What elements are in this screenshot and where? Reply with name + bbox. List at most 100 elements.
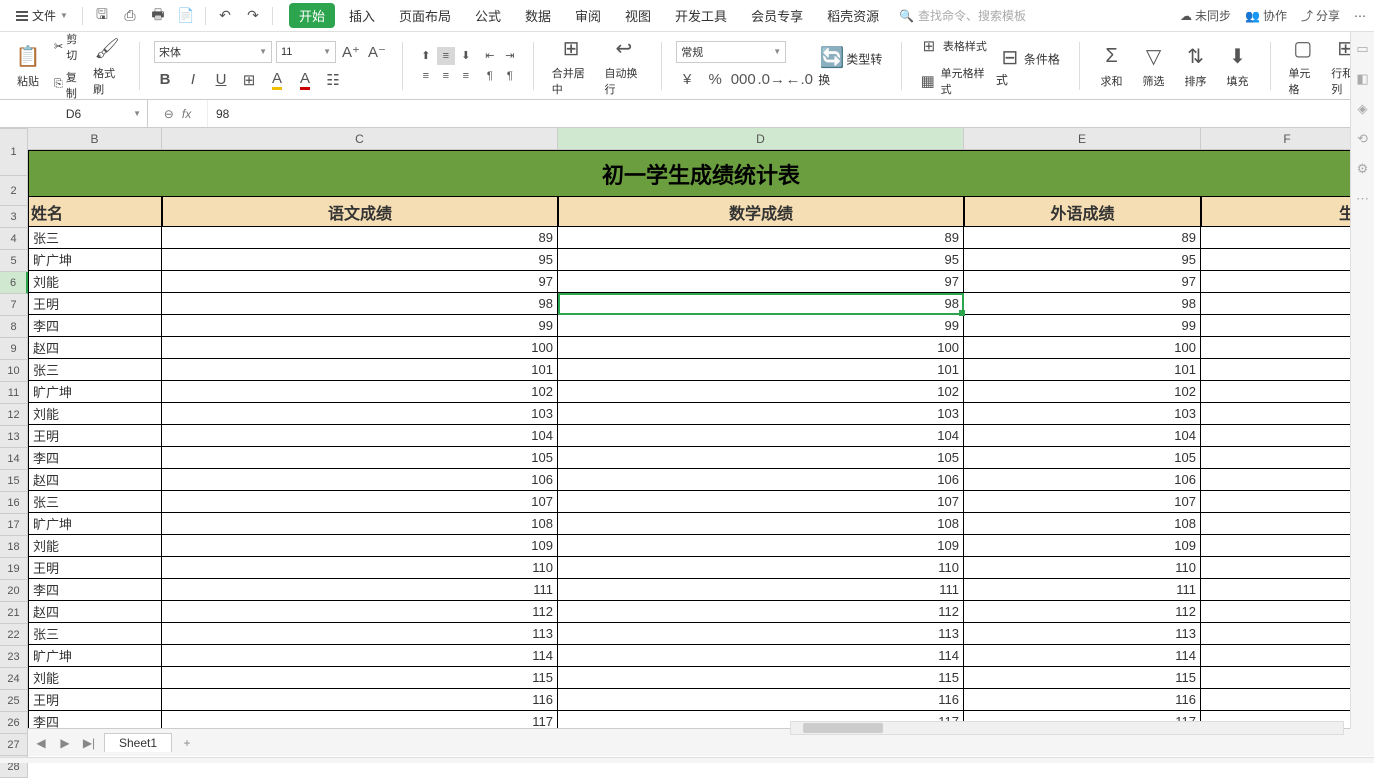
fill-button[interactable]: ⬇填充 bbox=[1220, 41, 1256, 91]
fx-icon[interactable]: fx bbox=[182, 107, 191, 121]
cell[interactable]: 100 bbox=[964, 337, 1201, 359]
cell[interactable] bbox=[1201, 403, 1374, 425]
cell[interactable]: 98 bbox=[162, 293, 558, 315]
sum-button[interactable]: Σ求和 bbox=[1094, 41, 1130, 91]
font-select[interactable]: 宋体▼ bbox=[154, 41, 272, 63]
cell[interactable]: 111 bbox=[162, 579, 558, 601]
decrease-font-icon[interactable]: A⁻ bbox=[366, 41, 388, 63]
sheet-tab-1[interactable]: Sheet1 bbox=[104, 733, 172, 752]
header-chinese[interactable]: 语文成绩 bbox=[162, 197, 558, 227]
side-select-icon[interactable]: ▭ bbox=[1354, 40, 1372, 58]
col-header-E[interactable]: E bbox=[964, 128, 1201, 150]
font-size-select[interactable]: 11▼ bbox=[276, 41, 336, 63]
cell[interactable]: 109 bbox=[558, 535, 964, 557]
cell[interactable]: 97 bbox=[558, 271, 964, 293]
cell[interactable]: 100 bbox=[162, 337, 558, 359]
row-header-1[interactable]: 1 bbox=[0, 129, 28, 176]
type-convert-button[interactable]: 🔄类型转换 bbox=[818, 43, 887, 88]
row-header-8[interactable]: 8 bbox=[0, 316, 28, 338]
row-header-16[interactable]: 16 bbox=[0, 492, 28, 514]
cell[interactable]: 107 bbox=[162, 491, 558, 513]
increase-font-icon[interactable]: A⁺ bbox=[340, 41, 362, 63]
cell[interactable]: 109 bbox=[964, 535, 1201, 557]
cell[interactable]: 99 bbox=[964, 315, 1201, 337]
cell[interactable]: 99 bbox=[558, 315, 964, 337]
row-header-9[interactable]: 9 bbox=[0, 338, 28, 360]
merge-cells-button[interactable]: ⊞合并居中 bbox=[548, 33, 595, 99]
tab-view[interactable]: 视图 bbox=[615, 3, 661, 28]
cell[interactable]: 李四 bbox=[28, 579, 162, 601]
cell[interactable]: 115 bbox=[162, 667, 558, 689]
cell[interactable]: 89 bbox=[558, 227, 964, 249]
cell[interactable]: 107 bbox=[558, 491, 964, 513]
next-sheet-icon[interactable]: ▶ bbox=[56, 734, 74, 752]
cell[interactable]: 89 bbox=[162, 227, 558, 249]
col-header-D[interactable]: D bbox=[558, 128, 964, 150]
undo-icon[interactable]: ↶ bbox=[212, 3, 238, 29]
fill-color-icon[interactable]: A bbox=[266, 69, 288, 91]
italic-icon[interactable]: I bbox=[182, 69, 204, 91]
tab-insert[interactable]: 插入 bbox=[339, 3, 385, 28]
phonetic-icon[interactable]: ☷ bbox=[322, 69, 344, 91]
row-header-11[interactable]: 11 bbox=[0, 382, 28, 404]
cell[interactable]: 112 bbox=[558, 601, 964, 623]
coop-button[interactable]: 👥协作 bbox=[1245, 7, 1287, 24]
cell[interactable]: 李四 bbox=[28, 711, 162, 728]
cell[interactable]: 107 bbox=[964, 491, 1201, 513]
copy-button[interactable]: ⎘复制 bbox=[52, 67, 83, 103]
cell[interactable]: 115 bbox=[964, 667, 1201, 689]
cell[interactable]: 李四 bbox=[28, 447, 162, 469]
side-analysis-icon[interactable]: ◈ bbox=[1354, 100, 1372, 118]
grid-body[interactable]: 初一学生成绩统计表 姓名 语文成绩 数学成绩 外语成绩 生物 张三898989旷… bbox=[28, 150, 1374, 728]
align-center-icon[interactable]: ≡ bbox=[437, 67, 455, 85]
cell[interactable]: 刘能 bbox=[28, 403, 162, 425]
cell[interactable]: 101 bbox=[558, 359, 964, 381]
row-header-27[interactable]: 27 bbox=[0, 734, 28, 756]
tab-member[interactable]: 会员专享 bbox=[741, 3, 813, 28]
cell[interactable]: 赵四 bbox=[28, 469, 162, 491]
row-header-25[interactable]: 25 bbox=[0, 690, 28, 712]
cell[interactable]: 王明 bbox=[28, 293, 162, 315]
print-icon[interactable]: 🖶 bbox=[145, 3, 171, 29]
last-sheet-icon[interactable]: ▶| bbox=[80, 734, 98, 752]
ltr-icon[interactable]: ¶ bbox=[481, 67, 499, 85]
row-header-24[interactable]: 24 bbox=[0, 668, 28, 690]
align-top-icon[interactable]: ⬆ bbox=[417, 47, 435, 65]
header-bio[interactable]: 生物 bbox=[1201, 197, 1374, 227]
cell[interactable]: 105 bbox=[558, 447, 964, 469]
cell[interactable]: 李四 bbox=[28, 315, 162, 337]
command-search[interactable]: 🔍 查找命令、搜索模板 bbox=[899, 7, 1026, 24]
cell[interactable]: 97 bbox=[162, 271, 558, 293]
save-icon[interactable]: 🖫 bbox=[89, 3, 115, 29]
row-header-22[interactable]: 22 bbox=[0, 624, 28, 646]
cell[interactable] bbox=[1201, 271, 1374, 293]
add-sheet-icon[interactable]: + bbox=[178, 734, 196, 752]
cell[interactable]: 98 bbox=[964, 293, 1201, 315]
comma-icon[interactable]: 000 bbox=[732, 69, 754, 91]
cell[interactable] bbox=[1201, 623, 1374, 645]
cut-button[interactable]: ✂剪切 bbox=[52, 29, 83, 65]
row-header-15[interactable]: 15 bbox=[0, 470, 28, 492]
row-header-21[interactable]: 21 bbox=[0, 602, 28, 624]
cell[interactable]: 108 bbox=[162, 513, 558, 535]
cell[interactable]: 113 bbox=[558, 623, 964, 645]
align-middle-icon[interactable]: ≡ bbox=[437, 47, 455, 65]
cell[interactable]: 98 bbox=[558, 293, 964, 315]
cell[interactable] bbox=[1201, 381, 1374, 403]
cell[interactable]: 旷广坤 bbox=[28, 249, 162, 271]
cell[interactable]: 114 bbox=[964, 645, 1201, 667]
col-header-B[interactable]: B bbox=[28, 128, 162, 150]
cell[interactable] bbox=[1201, 425, 1374, 447]
cell[interactable]: 旷广坤 bbox=[28, 513, 162, 535]
row-header-12[interactable]: 12 bbox=[0, 404, 28, 426]
cell[interactable]: 104 bbox=[964, 425, 1201, 447]
cell[interactable] bbox=[1201, 667, 1374, 689]
cell[interactable]: 103 bbox=[964, 403, 1201, 425]
cell[interactable]: 102 bbox=[162, 381, 558, 403]
row-header-7[interactable]: 7 bbox=[0, 294, 28, 316]
side-setting-icon[interactable]: ⚙ bbox=[1354, 160, 1372, 178]
cell[interactable] bbox=[1201, 513, 1374, 535]
row-header-17[interactable]: 17 bbox=[0, 514, 28, 536]
rtl-icon[interactable]: ¶ bbox=[501, 67, 519, 85]
row-header-2[interactable]: 2 bbox=[0, 176, 28, 206]
